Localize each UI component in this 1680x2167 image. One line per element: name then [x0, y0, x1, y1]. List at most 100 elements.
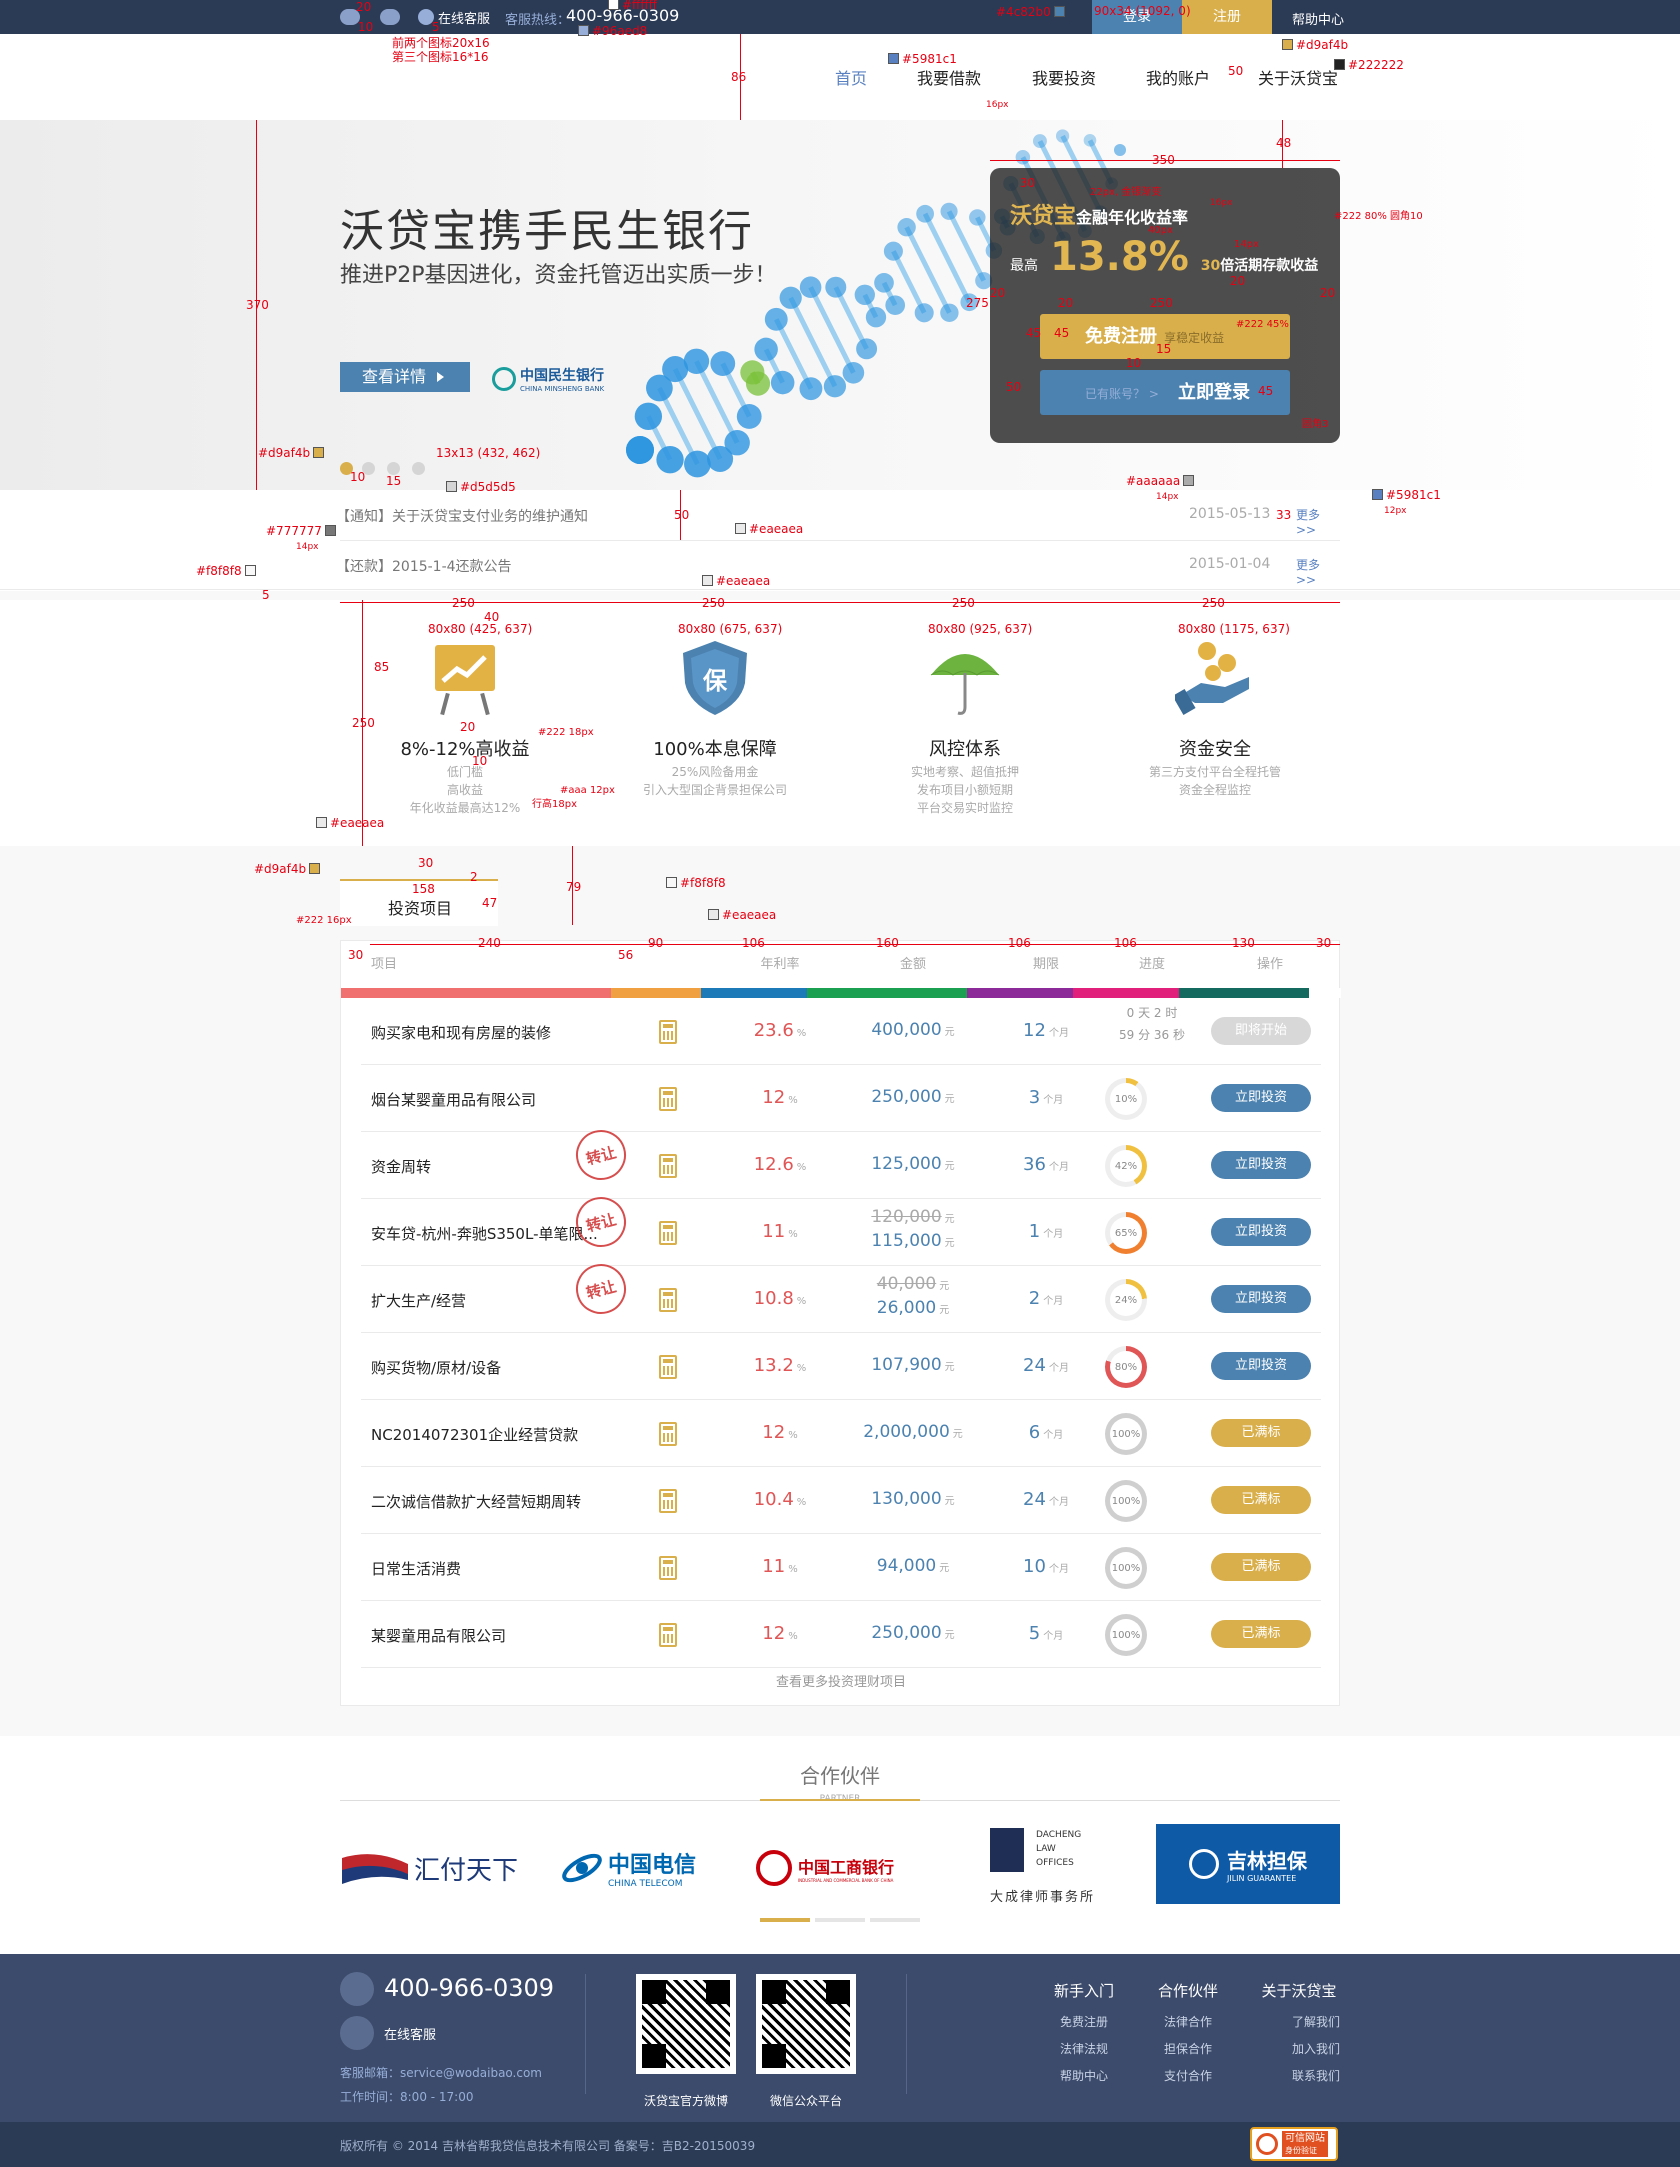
table-row[interactable]: 二次诚信借款扩大经营短期周转 10.4% 130,000 元 24 个月 100% 已满标 [341, 1467, 1341, 1534]
notice-more-link[interactable]: 更多 >> [1296, 556, 1340, 587]
chat-icon[interactable] [340, 2016, 374, 2050]
qr-weibo-label: 沃贷宝官方微博 [643, 2094, 728, 2108]
footer-link[interactable]: 帮助中心 [1036, 2067, 1132, 2084]
calculator-icon[interactable] [659, 1154, 677, 1178]
partner-logo-jilin[interactable]: 吉林担保 JILIN GUARANTEE [1156, 1824, 1340, 1904]
nav-about[interactable]: 关于沃贷宝 [1258, 65, 1338, 89]
register-button[interactable]: 注册 [1182, 0, 1272, 34]
rate-unit: % [796, 1162, 807, 1173]
table-row[interactable]: 扩大生产/经营 转让 10.8% 40,000 元 26,000 元 2 个月 24% 立即投资 [341, 1258, 1341, 1333]
notice-text[interactable]: 【通知】关于沃贷宝支付业务的维护通知 [336, 509, 588, 525]
progress-ring: 10% [1105, 1078, 1147, 1120]
table-row[interactable]: 安车贷-杭州-奔驰S350L-单笔限... 转让 11% 120,000 元 115,00… [341, 1191, 1341, 1266]
dacheng-icon [990, 1828, 1024, 1872]
footer-link[interactable]: 免费注册 [1036, 2013, 1132, 2030]
fully-funded-button[interactable]: 已满标 [1211, 1486, 1311, 1514]
project-name[interactable]: 某婴童用品有限公司 [371, 1625, 506, 1646]
calculator-icon[interactable] [659, 1087, 677, 1111]
table-row[interactable]: 购买货物/原材/设备 13.2% 107,900 元 24 个月 80% 立即投资 [341, 1333, 1341, 1400]
invest-now-button[interactable]: 立即投资 [1211, 1151, 1311, 1179]
note-40px: 40px [1148, 225, 1173, 236]
countdown: 0 天 2 时 [1126, 1006, 1178, 1020]
project-name[interactable]: NC2014072301企业经营贷款 [371, 1424, 578, 1445]
amount-cell: 400,000 元 [833, 1020, 993, 1040]
project-name[interactable]: 资金周转 [371, 1156, 431, 1177]
footer-link[interactable]: 支付合作 [1140, 2067, 1236, 2084]
calculator-icon[interactable] [659, 1489, 677, 1513]
footer-link[interactable]: 加入我们 [1244, 2040, 1354, 2057]
trusted-site-badge[interactable]: 可信网站 身份验证 [1250, 2127, 1338, 2161]
calculator-icon[interactable] [659, 1020, 677, 1044]
calculator-icon[interactable] [659, 1623, 677, 1647]
project-name[interactable]: 日常生活消费 [371, 1558, 461, 1579]
partner-logo-chinapnr[interactable]: 汇付天下 [340, 1836, 525, 1900]
nav-home[interactable]: 首页 [835, 65, 867, 89]
partner-slide-dot-active[interactable] [760, 1918, 810, 1922]
project-name[interactable]: 扩大生产/经营 [371, 1290, 466, 1311]
partner-slide-dot[interactable] [870, 1918, 920, 1922]
notice-row[interactable]: 【通知】关于沃贷宝支付业务的维护通知 2015-05-13 更多 >> [336, 506, 1340, 537]
footer-link[interactable]: 了解我们 [1244, 2013, 1354, 2030]
headset-icon [340, 1972, 374, 2006]
footer-link[interactable]: 法律合作 [1140, 2013, 1236, 2030]
project-name[interactable]: 烟台某婴童用品有限公司 [371, 1089, 536, 1110]
project-name[interactable]: 二次诚信借款扩大经营短期周转 [371, 1491, 581, 1512]
online-service-link[interactable]: 在线客服 [438, 8, 490, 27]
project-name[interactable]: 购买货物/原材/设备 [371, 1357, 501, 1378]
qr-weibo[interactable] [636, 1974, 736, 2074]
notice-text[interactable]: 【还款】2015-1-4还款公告 [336, 559, 512, 575]
partner-slide-dot[interactable] [815, 1918, 865, 1922]
table-row[interactable]: 资金周转 转让 12.6% 125,000 元 36 个月 42% 立即投资 [341, 1124, 1341, 1199]
help-center-link[interactable]: 帮助中心 [1292, 9, 1344, 28]
table-row[interactable]: 购买家电和现有房屋的装修 23.6% 400,000 元 12 个月 0 天 2 时 59 分… [341, 998, 1341, 1065]
calculator-icon[interactable] [659, 1288, 677, 1312]
project-name[interactable]: 购买家电和现有房屋的装修 [371, 1022, 551, 1043]
investment-table: 项目 年利率 金额 期限 进度 操作 购买家电和现有房屋的装修 23.6% 400,… [340, 940, 1341, 1706]
footer-link[interactable]: 法律法规 [1036, 2040, 1132, 2057]
fully-funded-button[interactable]: 已满标 [1211, 1620, 1311, 1648]
nav-borrow[interactable]: 我要借款 [917, 65, 981, 89]
jilin-icon [1189, 1849, 1219, 1879]
fully-funded-button[interactable]: 已满标 [1211, 1419, 1311, 1447]
invest-now-button[interactable]: 立即投资 [1211, 1352, 1311, 1380]
table-row[interactable]: NC2014072301企业经营贷款 12% 2,000,000 元 6 个月 100% 已满… [341, 1400, 1341, 1467]
top-bar: 在线客服 客服热线： 400-966-0309 登录 注册 帮助中心 [0, 0, 1680, 34]
invest-now-button[interactable]: 立即投资 [1211, 1084, 1311, 1112]
qr-wechat[interactable] [756, 1974, 856, 2074]
table-row[interactable]: 日常生活消费 11% 94,000 元 10 个月 100% 已满标 [341, 1534, 1341, 1601]
nav-invest[interactable]: 我要投资 [1032, 65, 1096, 89]
slide-dot[interactable] [412, 462, 425, 475]
footer-link[interactable]: 联系我们 [1244, 2067, 1354, 2084]
feature-line: 高收益 [446, 783, 483, 797]
note-color-777: #777777 [266, 524, 339, 538]
notice-row[interactable]: 【还款】2015-1-4还款公告 2015-01-04 更多 >> [336, 556, 1340, 587]
partner-logo-dacheng[interactable]: DACHENG LAW OFFICES 大成律师事务所 [990, 1828, 1110, 1908]
more-projects-link[interactable]: 查看更多投资理财项目 [341, 1671, 1341, 1690]
notice-more-link[interactable]: 更多 >> [1296, 506, 1340, 537]
partner-logo-icbc[interactable]: 中国工商银行 INDUSTRIAL AND COMMERCIAL BANK OF… [756, 1836, 926, 1900]
detail-button[interactable]: 查看详情 [340, 362, 470, 392]
row-divider [361, 1667, 1321, 1668]
note-btn-bg: #222 45% [1236, 319, 1289, 330]
coming-soon-button[interactable]: 即将开始 [1211, 1017, 1311, 1045]
partner-logo-telecom[interactable]: 中国电信 CHINA TELECOM [560, 1836, 720, 1900]
term-unit: 个月 [1048, 1363, 1069, 1374]
table-row[interactable]: 烟台某婴童用品有限公司 12% 250,000 元 3 个月 10% 立即投资 [341, 1065, 1341, 1132]
project-name[interactable]: 安车贷-杭州-奔驰S350L-单笔限... [371, 1223, 598, 1244]
invest-now-button[interactable]: 立即投资 [1211, 1285, 1311, 1313]
nav-account[interactable]: 我的账户 [1146, 65, 1210, 89]
footer-online-service[interactable]: 在线客服 [384, 2024, 436, 2043]
calculator-icon[interactable] [659, 1221, 677, 1245]
calculator-icon[interactable] [659, 1422, 677, 1446]
weibo-icon[interactable] [380, 9, 400, 25]
calculator-icon[interactable] [659, 1556, 677, 1580]
table-row[interactable]: 某婴童用品有限公司 12% 250,000 元 5 个月 100% 已满标 [341, 1601, 1341, 1668]
calculator-icon[interactable] [659, 1355, 677, 1379]
fully-funded-button[interactable]: 已满标 [1211, 1553, 1311, 1581]
progress-value: 100% [1110, 1552, 1142, 1584]
panel-login-button[interactable]: 已有账号？ > 立即登录 [1040, 370, 1290, 415]
footer-link[interactable]: 担保合作 [1140, 2040, 1236, 2057]
rate-value: 11 [762, 1221, 786, 1242]
invest-now-button[interactable]: 立即投资 [1211, 1218, 1311, 1246]
note-color-eaeaea-b: #eaeaea [702, 574, 770, 588]
